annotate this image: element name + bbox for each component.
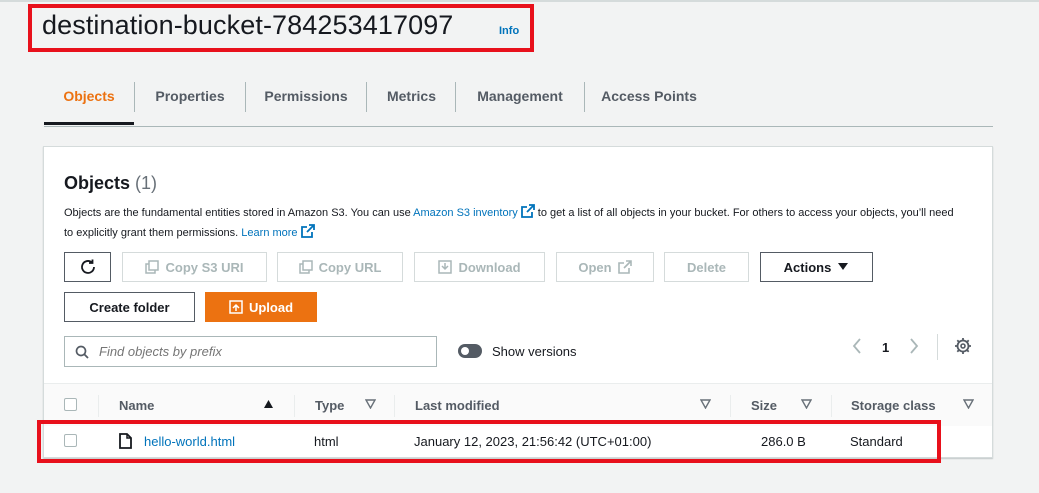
learn-more-label: Learn more (241, 227, 298, 239)
settings-button[interactable] (954, 337, 972, 360)
actions-label: Actions (783, 259, 832, 275)
sort-icon[interactable] (963, 399, 974, 409)
tab-metrics[interactable]: Metrics (367, 80, 456, 124)
open-label: Open (578, 259, 612, 275)
search-icon (75, 345, 89, 359)
sort-icon[interactable] (801, 399, 812, 409)
sort-ascending-icon[interactable] (263, 399, 274, 409)
column-separator (98, 395, 99, 417)
actions-dropdown[interactable]: Actions (760, 252, 873, 282)
bucket-tabs: Objects Properties Permissions Metrics M… (44, 80, 993, 127)
tab-management[interactable]: Management (456, 80, 584, 124)
external-link-icon (300, 224, 315, 238)
tab-access-points[interactable]: Access Points (585, 80, 713, 124)
chevron-left-icon (852, 338, 861, 354)
download-label: Download (458, 259, 521, 275)
external-link-icon (617, 260, 632, 274)
objects-heading: Objects (1) (64, 173, 157, 194)
upload-label: Upload (248, 299, 294, 315)
description-text-1: Objects are the fundamental entities sto… (64, 207, 414, 219)
gear-icon (955, 338, 971, 354)
learn-more-link[interactable]: Learn more (241, 224, 315, 239)
column-separator (730, 395, 731, 417)
next-page-button[interactable] (908, 337, 920, 360)
create-folder-label: Create folder (89, 299, 170, 315)
create-folder-button[interactable]: Create folder (64, 292, 195, 322)
search-box (64, 336, 437, 367)
top-divider (0, 0, 1039, 2)
column-type[interactable]: Type (315, 398, 344, 413)
chevron-right-icon (910, 338, 919, 354)
copy-url-button[interactable]: Copy URL (277, 252, 403, 282)
search-input[interactable] (97, 343, 421, 360)
column-storage-class[interactable]: Storage class (851, 398, 936, 413)
sort-icon[interactable] (365, 399, 376, 409)
refresh-button[interactable] (64, 252, 111, 282)
tab-permissions[interactable]: Permissions (246, 80, 366, 124)
tab-objects[interactable]: Objects (44, 80, 134, 125)
refresh-icon (80, 259, 95, 274)
pager-divider (937, 334, 938, 360)
page-number[interactable]: 1 (882, 340, 889, 355)
objects-count: (1) (135, 173, 158, 193)
download-icon (438, 260, 453, 274)
bucket-title: destination-bucket-784253417097 (42, 10, 454, 40)
show-versions-label: Show versions (492, 344, 577, 359)
download-button[interactable]: Download (414, 252, 545, 282)
upload-button[interactable]: Upload (205, 292, 317, 322)
column-size[interactable]: Size (751, 398, 777, 413)
select-all-checkbox[interactable] (64, 398, 77, 411)
delete-label: Delete (686, 259, 727, 275)
copy-s3-uri-button[interactable]: Copy S3 URI (122, 252, 267, 282)
previous-page-button[interactable] (851, 337, 863, 360)
row-highlight-box (37, 420, 941, 463)
info-link[interactable]: Info (499, 25, 519, 37)
column-separator (294, 395, 295, 417)
inventory-link[interactable]: Amazon S3 inventory (413, 204, 535, 219)
external-link-icon (520, 204, 535, 218)
copy-s3-uri-label: Copy S3 URI (165, 259, 244, 275)
open-button[interactable]: Open (556, 252, 654, 282)
upload-icon (229, 300, 243, 314)
tab-properties[interactable]: Properties (135, 80, 245, 124)
copy-icon (298, 260, 313, 274)
objects-description: Objects are the fundamental entities sto… (64, 203, 964, 243)
column-separator (831, 395, 832, 417)
objects-panel: Objects (1) Objects are the fundamental … (43, 146, 993, 458)
sort-icon[interactable] (700, 399, 711, 409)
objects-heading-label: Objects (64, 173, 131, 193)
inventory-link-label: Amazon S3 inventory (413, 207, 518, 219)
show-versions-toggle[interactable] (458, 344, 482, 358)
column-separator (394, 395, 395, 417)
column-name[interactable]: Name (119, 398, 154, 413)
column-last-modified[interactable]: Last modified (415, 398, 500, 413)
copy-icon (145, 260, 160, 274)
delete-button[interactable]: Delete (664, 252, 749, 282)
copy-url-label: Copy URL (318, 259, 382, 275)
caret-down-icon (838, 263, 849, 270)
